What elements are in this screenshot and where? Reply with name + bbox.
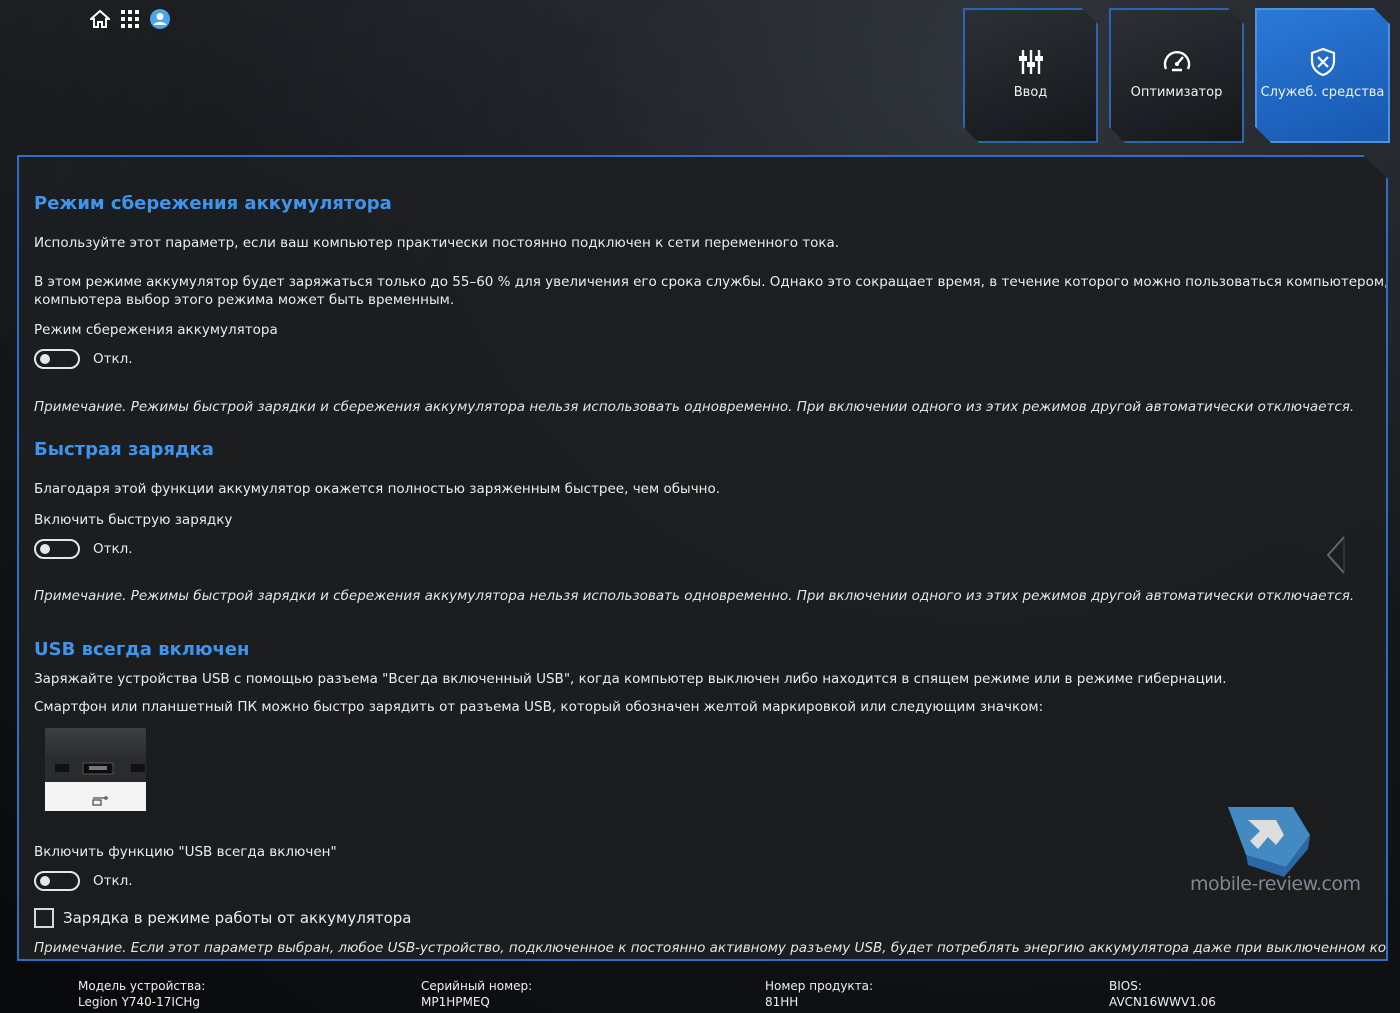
footer-label: BIOS: — [1109, 979, 1142, 993]
usb-always-on-note: Примечание. Если этот параметр выбран, л… — [34, 940, 1388, 956]
home-icon[interactable] — [89, 8, 111, 30]
tile-tools[interactable]: Служеб. средства — [1255, 8, 1390, 143]
battery-charging-checkbox-row: Зарядка в режиме работы от аккумулятора — [34, 908, 411, 928]
rapid-charge-caption: Включить быструю зарядку — [34, 512, 233, 528]
checkbox-label: Зарядка в режиме работы от аккумулятора — [63, 909, 412, 927]
toggle-state: Откл. — [93, 873, 133, 889]
footer-bios: BIOS: AVCN16WWV1.06 — [1109, 978, 1216, 1010]
footer-serial: Серийный номер: MP1HPMEQ — [421, 978, 532, 1010]
battery-saver-switch[interactable] — [34, 349, 80, 369]
toggle-state: Откл. — [93, 541, 133, 557]
battery-saver-desc: Используйте этот параметр, если ваш комп… — [34, 235, 840, 251]
tile-input[interactable]: Ввод — [963, 8, 1098, 143]
rapid-charge-switch[interactable] — [34, 539, 80, 559]
usb-always-on-toggle-row: Откл. — [34, 871, 133, 891]
usb-always-on-switch[interactable] — [34, 871, 80, 891]
account-icon[interactable] — [149, 8, 171, 30]
rapid-charge-note: Примечание. Режимы быстрой зарядки и сбе… — [34, 588, 1355, 604]
usb-always-on-title: USB всегда включен — [34, 639, 250, 660]
footer-model: Модель устройства: Legion Y740-17ICHg — [78, 978, 205, 1010]
usb-always-on-caption: Включить функцию "USB всегда включен" — [34, 844, 337, 860]
footer-value: AVCN16WWV1.06 — [1109, 995, 1216, 1009]
tile-optimizer[interactable]: Оптимизатор — [1109, 8, 1244, 143]
rapid-charge-toggle-row: Откл. — [34, 539, 133, 559]
rapid-charge-title: Быстрая зарядка — [34, 439, 214, 460]
top-tiles: Ввод Оптимизатор Служеб. средства — [963, 8, 1390, 143]
settings-panel: Режим сбережения аккумулятора Используйт… — [17, 155, 1388, 961]
battery-saver-title: Режим сбережения аккумулятора — [34, 193, 392, 214]
battery-saver-desc: компьютера выбор этого режима может быть… — [34, 292, 455, 308]
usb-always-on-desc: Заряжайте устройства USB с помощью разъе… — [34, 671, 1227, 687]
input-sliders-icon — [1018, 50, 1043, 74]
footer-value: MP1HPMEQ — [421, 995, 490, 1009]
battery-saver-toggle-row: Откл. — [34, 349, 133, 369]
speedometer-icon — [1163, 51, 1190, 72]
tile-label: Служеб. средства — [1260, 85, 1385, 100]
usb-port-image — [45, 728, 146, 811]
battery-saver-desc: В этом режиме аккумулятор будет заряжать… — [34, 274, 1388, 290]
watermark-text: mobile-review.com — [1190, 873, 1361, 895]
tools-shield-icon — [1310, 47, 1335, 77]
rapid-charge-desc: Благодаря этой функции аккумулятор окаже… — [34, 481, 721, 497]
device-info-footer: Модель устройства: Legion Y740-17ICHg Се… — [0, 973, 1400, 1013]
footer-label: Серийный номер: — [421, 979, 533, 993]
battery-saver-note: Примечание. Режимы быстрой зарядки и сбе… — [34, 399, 1355, 415]
apps-grid-icon[interactable] — [119, 8, 141, 30]
tile-label: Оптимизатор — [1130, 85, 1223, 100]
footer-label: Модель устройства: — [78, 979, 206, 993]
usb-always-on-desc: Смартфон или планшетный ПК можно быстро … — [34, 699, 1044, 715]
collapse-arrow-icon[interactable] — [1324, 535, 1346, 575]
footer-value: Legion Y740-17ICHg — [78, 995, 200, 1009]
tile-label: Ввод — [1013, 85, 1048, 100]
battery-charging-checkbox[interactable] — [34, 908, 54, 928]
footer-label: Номер продукта: — [765, 979, 874, 993]
top-nav-icons — [89, 8, 171, 30]
footer-product: Номер продукта: 81HH — [765, 978, 873, 1010]
battery-saver-caption: Режим сбережения аккумулятора — [34, 322, 278, 338]
toggle-state: Откл. — [93, 351, 133, 367]
footer-value: 81HH — [765, 995, 799, 1009]
